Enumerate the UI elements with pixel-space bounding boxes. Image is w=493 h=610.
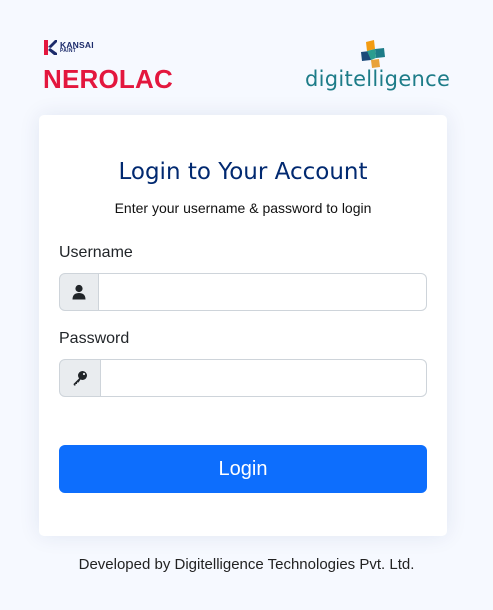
nerolac-logo: NEROLAC — [43, 64, 173, 94]
login-card: Login to Your Account Enter your usernam… — [39, 115, 447, 536]
username-label: Username — [59, 244, 133, 261]
username-input[interactable] — [99, 273, 427, 311]
digitelligence-mark-icon — [361, 40, 385, 68]
login-button[interactable]: Login — [59, 445, 427, 493]
digitelligence-logo: digitelligence — [305, 67, 451, 91]
username-input-group — [59, 273, 427, 311]
key-icon — [59, 359, 101, 397]
brand-header: KANSAI PAINT NEROLAC digitelligence — [0, 38, 493, 98]
password-label: Password — [59, 330, 130, 347]
password-input[interactable] — [101, 359, 427, 397]
password-input-group — [59, 359, 427, 397]
kansai-paint-logo: KANSAI PAINT — [44, 40, 94, 55]
kansai-mark-icon — [44, 40, 57, 55]
login-title: Login to Your Account — [118, 159, 368, 185]
person-icon — [59, 273, 99, 311]
paint-wordmark: PAINT — [60, 48, 77, 55]
login-subtitle: Enter your username & password to login — [114, 200, 372, 216]
footer-credit: Developed by Digitelligence Technologies… — [78, 556, 415, 573]
